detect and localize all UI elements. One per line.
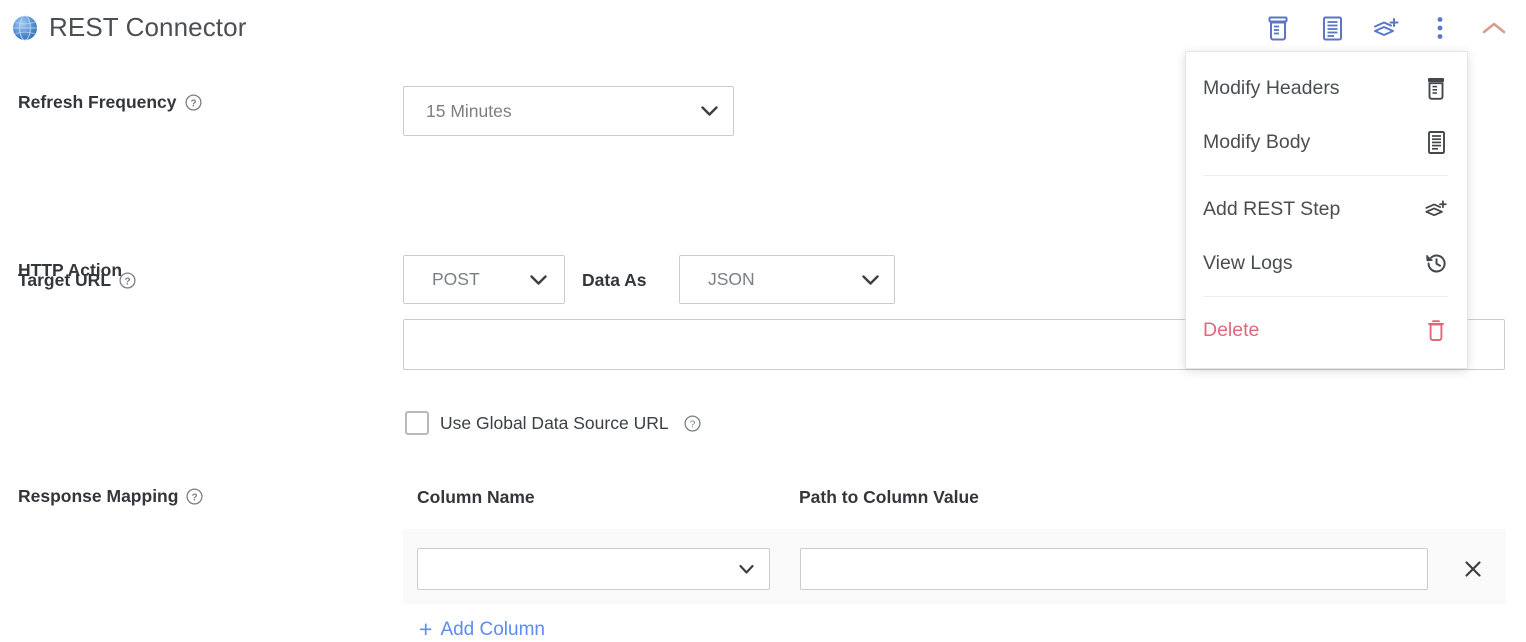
refresh-frequency-label: Refresh Frequency <box>18 92 177 112</box>
modify-body-icon <box>1322 16 1343 41</box>
page-title: REST Connector <box>49 12 247 42</box>
add-rest-step-icon <box>1372 16 1400 41</box>
history-clock-icon <box>1424 250 1448 276</box>
menu-item-delete[interactable]: Delete <box>1186 303 1467 357</box>
menu-item-label: Add REST Step <box>1203 197 1341 220</box>
globe-icon <box>12 14 38 41</box>
response-mapping-label: Response Mapping <box>18 486 179 506</box>
header-toolbar <box>1264 13 1508 43</box>
menu-divider <box>1203 296 1448 297</box>
svg-text:?: ? <box>190 98 196 109</box>
data-as-value: JSON <box>708 269 755 289</box>
use-global-url-row: Use Global Data Source URL ? <box>405 411 701 435</box>
mapping-column-name-select[interactable] <box>417 548 770 590</box>
menu-item-modify-body[interactable]: Modify Body <box>1186 115 1467 169</box>
target-url-label-wrap: Target URL ? <box>18 270 136 291</box>
more-options-button[interactable] <box>1426 13 1454 43</box>
trash-icon <box>1424 317 1448 343</box>
menu-item-label: Modify Body <box>1203 130 1311 153</box>
refresh-frequency-label-wrap: Refresh Frequency ? <box>18 92 202 113</box>
data-as-label: Data As <box>582 270 647 290</box>
modify-body-button[interactable] <box>1318 13 1346 43</box>
refresh-frequency-select[interactable]: 15 Minutes <box>403 86 734 136</box>
close-icon <box>1465 561 1481 577</box>
help-icon[interactable]: ? <box>119 272 136 289</box>
collapse-chevron-up-icon <box>1481 20 1507 36</box>
svg-text:?: ? <box>192 492 198 503</box>
menu-item-label: View Logs <box>1203 251 1293 274</box>
add-column-label: Add Column <box>440 618 545 640</box>
mapping-path-to-value-input[interactable] <box>800 548 1428 590</box>
http-method-select[interactable]: POST <box>403 255 565 304</box>
refresh-frequency-value: 15 Minutes <box>426 100 512 121</box>
modify-body-icon <box>1424 129 1448 155</box>
menu-item-add-rest-step[interactable]: Add REST Step <box>1186 182 1467 236</box>
modify-headers-icon <box>1424 75 1448 101</box>
help-icon[interactable]: ? <box>684 414 701 432</box>
chevron-down-icon <box>701 106 718 116</box>
menu-item-label: Modify Headers <box>1203 76 1340 99</box>
more-options-icon <box>1437 16 1443 40</box>
target-url-label: Target URL <box>18 270 112 290</box>
collapse-panel-button[interactable] <box>1480 13 1508 43</box>
column-header-column-name: Column Name <box>417 487 535 507</box>
panel-title-wrap: REST Connector <box>12 12 246 43</box>
add-rest-step-icon <box>1424 196 1448 222</box>
use-global-url-checkbox[interactable] <box>405 411 429 435</box>
add-rest-step-button[interactable] <box>1372 13 1400 43</box>
modify-headers-icon <box>1267 16 1289 41</box>
data-as-select[interactable]: JSON <box>679 255 895 304</box>
menu-item-view-logs[interactable]: View Logs <box>1186 236 1467 290</box>
response-mapping-label-wrap: Response Mapping ? <box>18 486 203 507</box>
chevron-down-icon <box>862 274 879 285</box>
http-method-value: POST <box>432 269 480 289</box>
menu-item-label: Delete <box>1203 318 1260 341</box>
plus-icon: + <box>419 616 433 642</box>
modify-headers-button[interactable] <box>1264 13 1292 43</box>
column-header-path-to-column-value: Path to Column Value <box>799 487 979 507</box>
svg-text:?: ? <box>124 276 130 287</box>
use-global-url-label: Use Global Data Source URL <box>440 412 669 433</box>
help-icon[interactable]: ? <box>184 94 202 111</box>
remove-mapping-row-button[interactable] <box>1458 554 1488 584</box>
menu-item-modify-headers[interactable]: Modify Headers <box>1186 61 1467 115</box>
options-dropdown-menu: Modify Headers Modify Body Add REST Step… <box>1185 51 1468 369</box>
chevron-down-icon <box>530 274 547 285</box>
add-column-button[interactable]: + Add Column <box>419 618 545 641</box>
help-icon[interactable]: ? <box>186 488 203 505</box>
svg-text:?: ? <box>689 419 695 430</box>
menu-divider <box>1203 175 1448 176</box>
chevron-down-icon <box>739 564 754 574</box>
